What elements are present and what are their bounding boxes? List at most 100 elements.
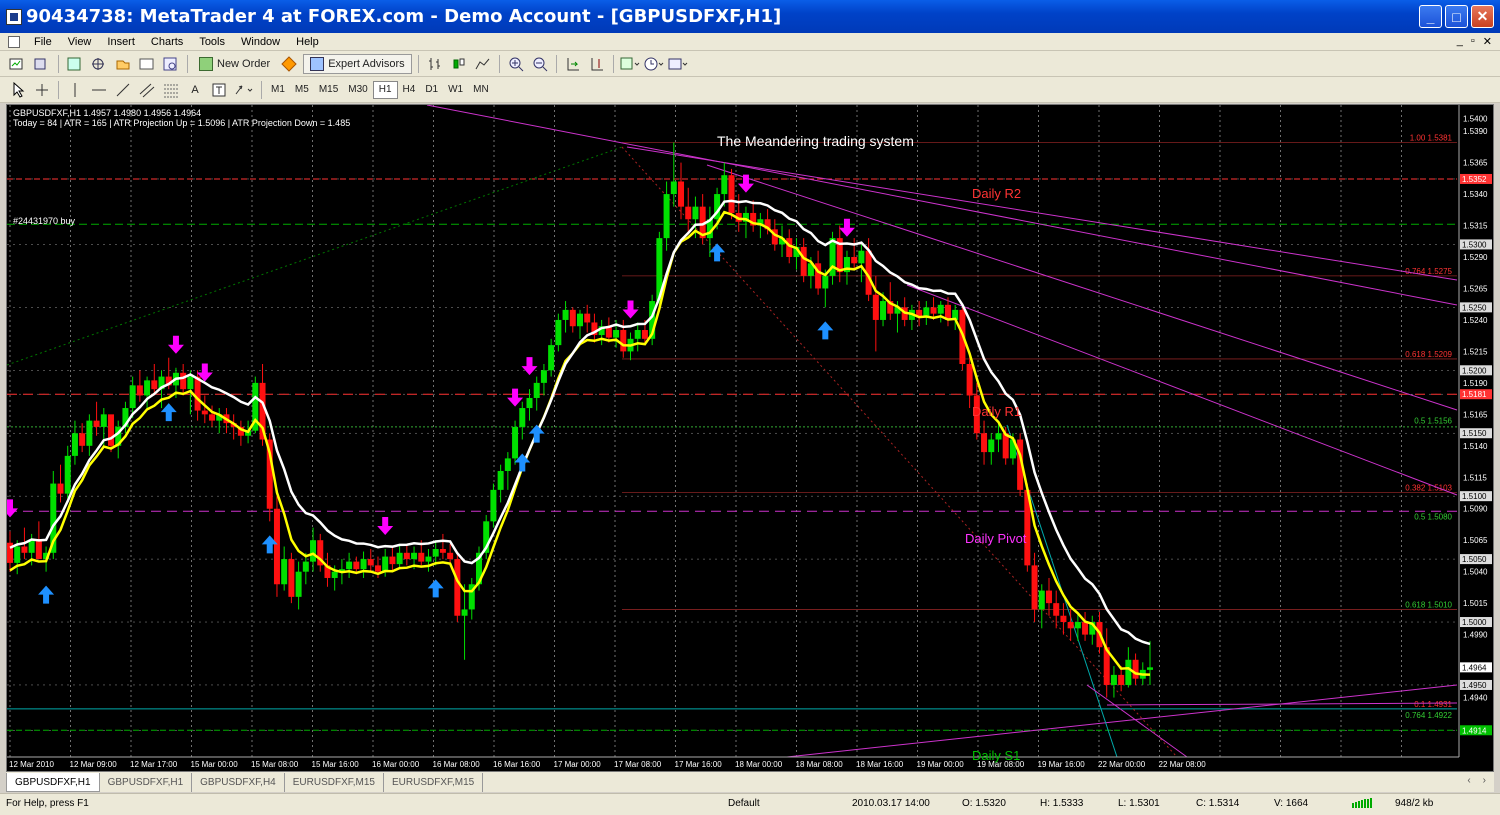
status-traffic: 948/2 kb xyxy=(1395,798,1434,809)
candle-body xyxy=(454,559,461,616)
sell-arrow-icon xyxy=(507,388,524,407)
timeframe-w1[interactable]: W1 xyxy=(443,81,468,99)
templates-icon[interactable] xyxy=(668,54,688,74)
mdi-restore-button[interactable]: ▫ xyxy=(1471,35,1475,48)
cursor-icon[interactable] xyxy=(8,80,28,100)
tab-scroll-right-icon[interactable]: › xyxy=(1483,775,1486,786)
bar-chart-icon[interactable] xyxy=(425,54,445,74)
candle-body xyxy=(180,372,187,390)
candle xyxy=(721,162,728,207)
menu-charts[interactable]: Charts xyxy=(143,36,191,48)
candle xyxy=(1132,653,1139,685)
data-window-icon[interactable] xyxy=(89,54,109,74)
candle xyxy=(180,363,187,396)
crosshair-icon[interactable] xyxy=(32,80,52,100)
tab-scroll-left-icon[interactable]: ‹ xyxy=(1467,775,1470,786)
mdi-close-button[interactable]: ✕ xyxy=(1483,35,1492,48)
menu-help[interactable]: Help xyxy=(288,36,327,48)
candlesticks-icon[interactable] xyxy=(449,54,469,74)
candle xyxy=(916,301,923,327)
maximize-button[interactable]: □ xyxy=(1445,5,1468,28)
zoom-out-icon[interactable] xyxy=(530,54,550,74)
mdi-minimize-button[interactable]: _ xyxy=(1457,35,1463,48)
menu-tools[interactable]: Tools xyxy=(191,36,233,48)
price-tick: 1.5190 xyxy=(1463,379,1488,388)
line-chart-icon[interactable] xyxy=(473,54,493,74)
chart-window-icon[interactable] xyxy=(8,35,20,48)
market-watch-icon[interactable] xyxy=(65,54,85,74)
chart-window[interactable]: 1.00 1.5381 0.764 1.5275 0.618 1.5209 0.5 1… xyxy=(6,104,1494,772)
candle xyxy=(497,464,504,503)
vertical-line-icon[interactable] xyxy=(65,80,85,100)
candle xyxy=(230,414,237,440)
expert-advisors-button[interactable]: Expert Advisors xyxy=(303,53,412,74)
tester-icon[interactable] xyxy=(161,54,181,74)
close-button[interactable]: ✕ xyxy=(1471,5,1494,28)
tab-gbpusd-h1[interactable]: GBPUSDFXF,H1 xyxy=(100,773,193,792)
timeframe-h1[interactable]: H1 xyxy=(372,80,398,99)
horizontal-line-icon[interactable] xyxy=(89,80,109,100)
fib-label: 0.618 1.5209 xyxy=(1405,350,1452,359)
candle-body xyxy=(851,257,858,264)
tab-gbpusd-h4[interactable]: GBPUSDFXF,H4 xyxy=(192,773,285,792)
menu-file[interactable]: File xyxy=(26,36,60,48)
candle xyxy=(678,162,685,220)
new-order-button[interactable]: New Order xyxy=(194,54,275,74)
price-tick: 1.5065 xyxy=(1463,536,1488,545)
fibonacci-icon[interactable] xyxy=(161,80,181,100)
price-badge-text: 1.5050 xyxy=(1462,555,1487,564)
timeframe-d1[interactable]: D1 xyxy=(420,81,443,99)
candle xyxy=(439,533,446,560)
menu-view[interactable]: View xyxy=(60,36,100,48)
arrows-icon[interactable] xyxy=(233,80,255,100)
candle xyxy=(136,370,143,402)
text-tool-icon[interactable]: A xyxy=(185,80,205,100)
tab-eurusd-m15-2[interactable]: EURUSDFXF,M15 xyxy=(384,773,484,792)
terminal-icon[interactable] xyxy=(137,54,157,74)
status-close: C: 1.5314 xyxy=(1196,798,1240,809)
candle-body xyxy=(670,181,677,195)
trend-line xyxy=(906,284,1458,496)
trendline-icon[interactable] xyxy=(113,80,133,100)
timeframe-h4[interactable]: H4 xyxy=(398,81,421,99)
tab-eurusd-m15[interactable]: EURUSDFXF,M15 xyxy=(285,773,384,792)
price-tick: 1.5015 xyxy=(1463,599,1488,608)
minimize-button[interactable]: _ xyxy=(1419,5,1442,28)
candle-body xyxy=(281,559,288,585)
indicators-icon[interactable] xyxy=(620,54,640,74)
tab-gbpusd-h1-active[interactable]: GBPUSDFXF,H1 xyxy=(6,773,100,792)
timeframe-mn[interactable]: MN xyxy=(468,81,494,99)
profiles-icon[interactable] xyxy=(32,54,52,74)
new-chart-icon[interactable] xyxy=(8,54,28,74)
timeframe-m15[interactable]: M15 xyxy=(314,81,343,99)
navigator-icon[interactable] xyxy=(113,54,133,74)
price-badge-text: 1.5352 xyxy=(1462,175,1487,184)
metaeditor-icon[interactable] xyxy=(279,54,299,74)
text-label-icon[interactable] xyxy=(209,80,229,100)
candle-body xyxy=(577,313,583,327)
window-title: 90434738: MetaTrader 4 at FOREX.com - De… xyxy=(26,6,782,27)
price-tick: 1.5215 xyxy=(1463,347,1488,356)
candle-body xyxy=(86,420,93,446)
candle-body xyxy=(540,370,547,383)
time-tick: 12 Mar 09:00 xyxy=(70,760,118,769)
candle xyxy=(389,546,396,572)
channel-icon[interactable] xyxy=(137,80,157,100)
price-tick: 1.5400 xyxy=(1463,115,1488,124)
candle xyxy=(360,551,367,578)
price-chart[interactable]: 1.00 1.5381 0.764 1.5275 0.618 1.5209 0.5 1… xyxy=(7,105,1493,771)
menu-window[interactable]: Window xyxy=(233,36,288,48)
autoscroll-icon[interactable] xyxy=(563,54,583,74)
timeframe-m30[interactable]: M30 xyxy=(343,81,372,99)
candle-body xyxy=(353,561,360,570)
zoom-in-icon[interactable] xyxy=(506,54,526,74)
timeframe-m1[interactable]: M1 xyxy=(266,81,290,99)
timeframe-m5[interactable]: M5 xyxy=(290,81,314,99)
status-help: For Help, press F1 xyxy=(6,798,89,809)
candle xyxy=(1082,611,1089,641)
time-tick: 15 Mar 00:00 xyxy=(191,760,239,769)
menu-insert[interactable]: Insert xyxy=(99,36,143,48)
system-title: The Meandering trading system xyxy=(717,133,914,149)
chart-shift-icon[interactable] xyxy=(587,54,607,74)
periods-icon[interactable] xyxy=(644,54,664,74)
